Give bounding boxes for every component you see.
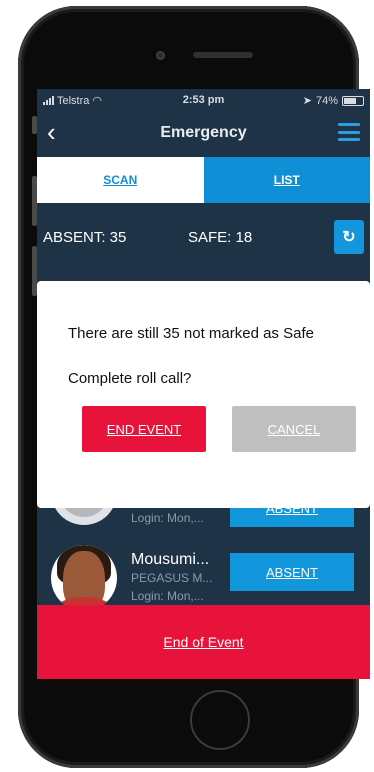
confirm-dialog: There are still 35 not marked as Safe Co… xyxy=(37,281,370,508)
home-button[interactable] xyxy=(190,690,250,750)
battery-fill xyxy=(344,97,356,104)
person-login: Login: Mon,... xyxy=(131,589,204,603)
tab-list[interactable]: LIST xyxy=(203,157,370,203)
cancel-button[interactable]: CANCEL xyxy=(232,406,356,452)
person-org: PEGASUS M... xyxy=(131,571,213,585)
earpiece-speaker xyxy=(193,52,253,58)
end-event-button[interactable]: END EVENT xyxy=(82,406,206,452)
app-screen: Telstra ◠ 2:53 pm ➤ 74% ‹ Emergency SCAN… xyxy=(37,89,370,679)
tab-scan[interactable]: SCAN xyxy=(37,157,204,203)
page-title: Emergency xyxy=(160,124,247,141)
battery-group: ➤ 74% xyxy=(303,94,364,107)
end-of-event-button[interactable]: End of Event xyxy=(37,605,370,679)
nav-bar: ‹ Emergency xyxy=(37,111,370,155)
dialog-question: Complete roll call? xyxy=(68,370,192,387)
hamburger-menu-icon[interactable] xyxy=(338,123,360,141)
absent-button[interactable]: ABSENT xyxy=(230,553,354,591)
battery-percent: 74% xyxy=(315,94,338,107)
tab-bar: SCAN LIST xyxy=(37,157,370,203)
front-camera xyxy=(156,51,165,60)
person-name: Mousumi... xyxy=(131,551,210,568)
battery-icon xyxy=(342,95,364,106)
absent-count: ABSENT: 35 xyxy=(43,229,127,246)
avatar xyxy=(51,545,117,611)
location-icon: ➤ xyxy=(302,95,312,107)
safe-count: SAFE: 18 xyxy=(188,229,253,246)
dialog-message: There are still 35 not marked as Safe xyxy=(68,325,314,342)
refresh-icon[interactable]: ↻ xyxy=(334,220,364,254)
status-bar: Telstra ◠ 2:53 pm ➤ 74% xyxy=(37,89,370,111)
roll-call-counts: ABSENT: 35 SAFE: 18 ↻ xyxy=(37,213,370,263)
person-login: Login: Mon,... xyxy=(131,511,204,525)
